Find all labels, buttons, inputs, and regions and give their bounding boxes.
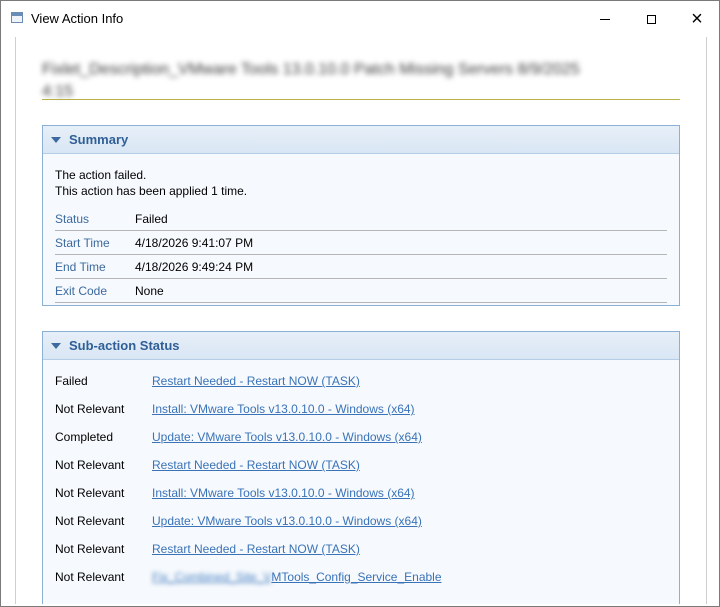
summary-panel: Summary The action failed. This action h… — [42, 125, 680, 306]
subaction-link[interactable]: Install: VMware Tools v13.0.10.0 - Windo… — [152, 402, 415, 416]
close-button[interactable]: × — [674, 1, 719, 37]
info-row-status: Status Failed — [55, 206, 667, 231]
app-window-icon — [11, 12, 23, 23]
info-value: 4/18/2026 9:41:07 PM — [135, 236, 254, 250]
subaction-status: Failed — [55, 374, 88, 388]
view-action-info-window: View Action Info × Fixlet_Description_VM… — [0, 0, 720, 607]
subaction-link[interactable]: Update: VMware Tools v13.0.10.0 - Window… — [152, 430, 422, 444]
summary-panel-header[interactable]: Summary — [43, 126, 679, 154]
subaction-link[interactable]: Restart Needed - Restart NOW (TASK) — [152, 374, 360, 388]
action-title-redacted: Fixlet_Description_VMware Tools 13.0.10.… — [42, 61, 580, 100]
collapse-triangle-icon[interactable] — [51, 342, 61, 349]
window-title: View Action Info — [31, 11, 124, 26]
subaction-row: Completed Update: VMware Tools v13.0.10.… — [55, 427, 667, 447]
subaction-row: Not Relevant Update: VMware Tools v13.0.… — [55, 511, 667, 531]
info-label: Start Time — [55, 236, 110, 250]
summary-panel-title: Summary — [69, 132, 129, 147]
minimize-icon — [600, 18, 610, 20]
maximize-button[interactable] — [628, 1, 674, 37]
summary-applied-text: This action has been applied 1 time. — [55, 184, 248, 198]
subaction-link[interactable]: Update: VMware Tools v13.0.10.0 - Window… — [152, 514, 422, 528]
subaction-status: Not Relevant — [55, 486, 125, 500]
subaction-status-panel: Sub-action Status Failed Restart Needed … — [42, 331, 680, 604]
subaction-row: Not Relevant Restart Needed - Restart NO… — [55, 455, 667, 475]
title-bar[interactable]: View Action Info × — [1, 1, 719, 37]
subaction-panel-header[interactable]: Sub-action Status — [43, 332, 679, 360]
subaction-status: Not Relevant — [55, 570, 125, 584]
subaction-row: Failed Restart Needed - Restart NOW (TAS… — [55, 371, 667, 391]
info-row-start-time: Start Time 4/18/2026 9:41:07 PM — [55, 230, 667, 255]
subaction-link[interactable]: Fix_Combined_Site_VMTools_Config_Service… — [152, 570, 442, 584]
info-label: Status — [55, 212, 90, 226]
subaction-status: Not Relevant — [55, 542, 125, 556]
info-value: None — [135, 284, 164, 298]
info-value: 4/18/2026 9:49:24 PM — [135, 260, 254, 274]
collapse-triangle-icon[interactable] — [51, 136, 61, 143]
info-label: Exit Code — [55, 284, 108, 298]
summary-result-text: The action failed. — [55, 168, 147, 182]
info-row-end-time: End Time 4/18/2026 9:49:24 PM — [55, 254, 667, 279]
minimize-button[interactable] — [582, 1, 628, 37]
subaction-row: Not Relevant Restart Needed - Restart NO… — [55, 539, 667, 559]
subaction-status: Completed — [55, 430, 114, 444]
title-divider — [42, 99, 680, 100]
subaction-link[interactable]: Install: VMware Tools v13.0.10.0 - Windo… — [152, 486, 415, 500]
subaction-status: Not Relevant — [55, 402, 125, 416]
action-info-content[interactable]: Fixlet_Description_VMware Tools 13.0.10.… — [15, 37, 707, 604]
subaction-link[interactable]: Restart Needed - Restart NOW (TASK) — [152, 542, 360, 556]
subaction-status: Not Relevant — [55, 514, 125, 528]
maximize-icon — [646, 14, 656, 24]
subaction-row: Not Relevant Fix_Combined_Site_VMTools_C… — [55, 567, 667, 587]
close-icon: × — [691, 7, 703, 30]
subaction-row: Not Relevant Install: VMware Tools v13.0… — [55, 399, 667, 419]
subaction-link-redacted: Fix_Combined_Site_V — [152, 570, 272, 584]
subaction-link-text: MTools_Config_Service_Enable — [271, 570, 442, 584]
subaction-status: Not Relevant — [55, 458, 125, 472]
subaction-link[interactable]: Restart Needed - Restart NOW (TASK) — [152, 458, 360, 472]
subaction-row: Not Relevant Install: VMware Tools v13.0… — [55, 483, 667, 503]
info-value: Failed — [135, 212, 168, 226]
info-row-exit-code: Exit Code None — [55, 278, 667, 303]
subaction-panel-title: Sub-action Status — [69, 338, 180, 353]
info-label: End Time — [55, 260, 106, 274]
